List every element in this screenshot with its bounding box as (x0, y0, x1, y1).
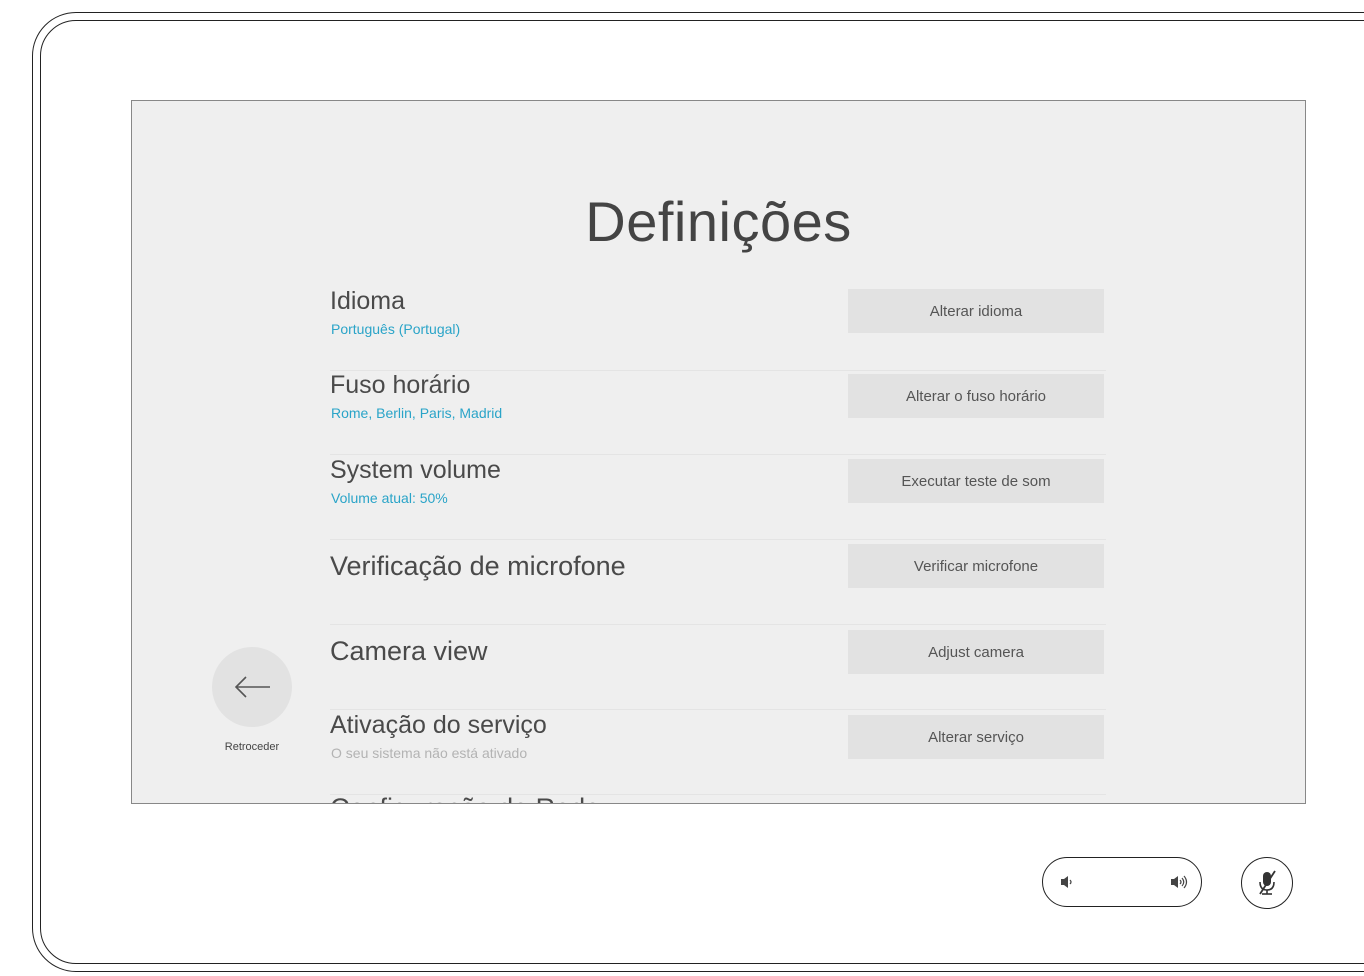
volume-down-icon[interactable] (1059, 873, 1075, 896)
adjust-camera-button[interactable]: Adjust camera (848, 630, 1104, 674)
row-label: Fuso horário (330, 371, 471, 399)
settings-row-timezone: Fuso horário Rome, Berlin, Paris, Madrid… (330, 371, 1106, 455)
row-value: Português (Portugal) (331, 321, 461, 337)
settings-screen: Definições Idioma Português (Portugal) A… (131, 100, 1306, 804)
row-value: Rome, Berlin, Paris, Madrid (331, 405, 503, 421)
run-sound-test-button[interactable]: Executar teste de som (848, 459, 1104, 503)
change-service-button[interactable]: Alterar serviço (848, 715, 1104, 759)
settings-row-network: Configuração de Rede (330, 793, 1106, 803)
settings-row-service-activation: Ativação do serviço O seu sistema não es… (330, 711, 1106, 795)
settings-row-system-volume: System volume Volume atual: 50% Executar… (330, 456, 1106, 540)
volume-control[interactable] (1042, 857, 1202, 907)
settings-row-microphone-check: Verificação de microfone Verificar micro… (330, 541, 1106, 625)
row-label: System volume (330, 456, 501, 484)
settings-row-camera-view: Camera view Adjust camera (330, 626, 1106, 710)
check-microphone-button[interactable]: Verificar microfone (848, 544, 1104, 588)
row-label: Ativação do serviço (330, 711, 547, 739)
back-button[interactable] (212, 647, 292, 727)
row-label: Idioma (330, 287, 406, 315)
arrow-left-icon (234, 676, 270, 698)
microphone-muted-icon (1259, 870, 1276, 895)
row-label: Camera view (330, 636, 488, 666)
volume-up-icon[interactable] (1169, 873, 1189, 896)
microphone-mute-button[interactable] (1241, 857, 1293, 909)
change-timezone-button[interactable]: Alterar o fuso horário (848, 374, 1104, 418)
row-label: Configuração de Rede (330, 793, 600, 803)
row-value: Volume atual: 50% (331, 490, 448, 506)
settings-row-language: Idioma Português (Portugal) Alterar idio… (330, 287, 1106, 371)
row-label: Verificação de microfone (330, 551, 626, 581)
row-value: O seu sistema não está ativado (331, 745, 528, 761)
back-label: Retroceder (224, 741, 280, 753)
change-language-button[interactable]: Alterar idioma (848, 289, 1104, 333)
page-title: Definições (585, 190, 852, 253)
